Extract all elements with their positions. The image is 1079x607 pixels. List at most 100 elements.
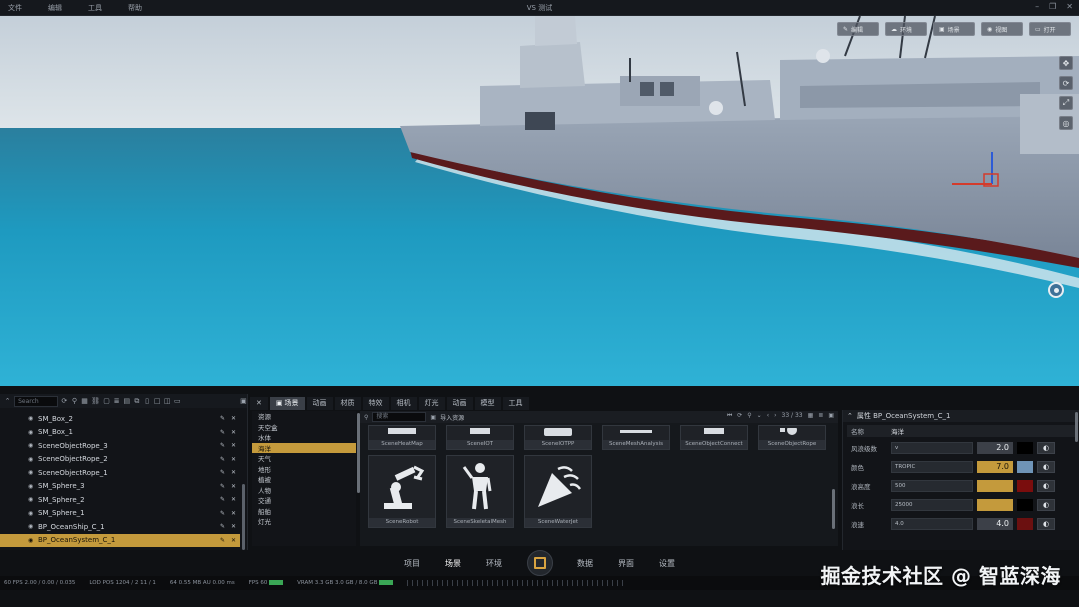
tab-tools[interactable]: 工具 [502,396,529,410]
property-input[interactable]: v [891,442,973,454]
property-name-value[interactable]: 海洋 [891,426,904,436]
palette-icon[interactable]: ◐ [1037,442,1055,454]
asset-tile[interactable]: SceneIOTPP [524,425,592,450]
outliner-row[interactable]: ◉ BP_OceanShip_C_1 ✎ ✕ [0,520,240,534]
link-icon[interactable]: ⛓ [91,397,100,406]
menu-file[interactable]: 文件 [8,3,48,13]
edit-icon[interactable]: ✎ [220,537,225,544]
edit-icon[interactable]: ✎ [220,415,225,422]
list-view-icon[interactable]: ≣ [818,412,823,420]
nav-project[interactable]: 项目 [392,558,433,569]
filter-icon[interactable]: ⚲ [747,412,751,420]
eye-icon[interactable]: ◉ [28,483,33,490]
tab-camera[interactable]: 相机 [390,396,417,410]
home-button[interactable] [526,550,553,576]
collapse-icon[interactable]: ⌃ [847,412,853,420]
viewport-scene-button[interactable]: ▣ 场景 [933,22,975,36]
eye-icon[interactable]: ◉ [28,442,33,449]
scale-icon[interactable]: ⤢ [1059,96,1073,110]
edit-icon[interactable]: ✎ [220,442,225,449]
edit-icon[interactable]: ✎ [220,429,225,436]
category-item[interactable]: 资源 [252,411,356,422]
eye-icon[interactable]: ◉ [28,523,33,530]
tab-scene[interactable]: ▣ 场景 [269,396,305,410]
palette-icon[interactable]: ◐ [1037,518,1055,530]
camera-icon[interactable]: ◎ [1059,116,1073,130]
color-swatch[interactable] [1017,442,1033,454]
asset-tile[interactable]: SceneMeshAnalysis [602,425,670,450]
property-input[interactable]: 25000 [891,499,973,511]
color-swatch[interactable] [1017,499,1033,511]
delete-icon[interactable]: ✕ [231,523,236,530]
delete-icon[interactable]: ✕ [231,510,236,517]
image-icon[interactable]: ▤ [123,397,130,406]
frame-icon[interactable]: ▯ [143,397,150,406]
filter-icon[interactable]: ⚲ [71,397,78,406]
tab-effects[interactable]: 特效 [362,396,389,410]
outliner-row-selected[interactable]: ◉ BP_OceanSystem_C_1 ✎ ✕ [0,533,240,547]
property-number[interactable]: 4.0 [977,518,1013,530]
nav-data[interactable]: 数据 [565,558,606,569]
delete-icon[interactable]: ✕ [231,469,236,476]
import-icon[interactable]: ▣ [430,414,436,421]
outliner-row[interactable]: ◉ SceneObjectRope_3 ✎ ✕ [0,439,240,453]
menu-tools[interactable]: 工具 [88,3,128,13]
property-slider[interactable] [977,480,1013,492]
square-icon[interactable]: □ [154,397,161,406]
prev-page-icon[interactable]: ‹ [767,412,769,420]
nav-interface[interactable]: 界面 [606,558,647,569]
first-page-icon[interactable]: ⏮ [727,412,732,420]
nav-settings[interactable]: 设置 [647,558,688,569]
outliner-row[interactable]: ◉ SM_Sphere_1 ✎ ✕ [0,507,240,521]
tab-lights[interactable]: 灯光 [418,396,445,410]
restore-icon[interactable]: ❐ [1049,2,1056,11]
rotate-icon[interactable]: ⟳ [1059,76,1073,90]
edit-icon[interactable]: ✎ [220,469,225,476]
property-slider[interactable] [977,499,1013,511]
nav-environment[interactable]: 环境 [474,558,515,569]
category-item[interactable]: 天气 [252,453,356,464]
property-input[interactable]: 500 [891,480,973,492]
viewport-open-button[interactable]: ▭ 打开 [1029,22,1071,36]
eye-icon[interactable]: ◉ [28,537,33,544]
edit-icon[interactable]: ✎ [220,483,225,490]
menu-help[interactable]: 帮助 [128,3,168,13]
next-page-icon[interactable]: › [774,412,776,420]
asset-scrollbar[interactable] [832,489,835,529]
asset-tile[interactable]: SceneObjectRope [758,425,826,450]
outliner-row[interactable]: ◉ SceneObjectRope_1 ✎ ✕ [0,466,240,480]
category-item[interactable]: 船舶 [252,506,356,517]
eye-icon[interactable]: ◉ [28,429,33,436]
asset-tile[interactable]: SceneHeatMap [368,425,436,450]
thumbnail-view-icon[interactable]: ▣ [828,412,834,420]
eye-icon[interactable]: ◉ [28,456,33,463]
palette-icon[interactable]: ◐ [1037,499,1055,511]
eye-icon[interactable]: ◉ [28,510,33,517]
import-assets-button[interactable]: 导入资源 [440,413,464,422]
refresh-icon[interactable]: ⟳ [61,397,68,406]
nav-scene[interactable]: 场景 [433,558,474,569]
category-item[interactable]: 水体 [252,432,356,443]
minimize-icon[interactable]: – [1035,2,1039,11]
edit-icon[interactable]: ✎ [220,456,225,463]
edit-icon[interactable]: ✎ [220,523,225,530]
viewport-edit-button[interactable]: ✎ 编辑 [837,22,879,36]
edit-icon[interactable]: ✎ [220,510,225,517]
3d-viewport[interactable]: ✎ 编辑 ☁ 环境 ▣ 场景 ◉ 视图 ▭ 打开 ✥ ⟳ ⤢ ◎ [0,16,1079,386]
layers-icon[interactable]: ≣ [113,397,120,406]
group-icon[interactable]: ⧉ [133,397,140,406]
split-icon[interactable]: ◫ [164,397,171,406]
outliner-row[interactable]: ◉ SceneObjectRope_2 ✎ ✕ [0,453,240,467]
delete-icon[interactable]: ✕ [231,456,236,463]
color-swatch[interactable] [1017,480,1033,492]
navigation-orb-icon[interactable] [1048,282,1064,298]
edit-icon[interactable]: ✎ [220,496,225,503]
eye-icon[interactable]: ◉ [28,415,33,422]
delete-icon[interactable]: ✕ [231,496,236,503]
viewport-view-button[interactable]: ◉ 视图 [981,22,1023,36]
properties-scrollbar[interactable] [1075,412,1078,442]
outliner-row[interactable]: ◉ SM_Sphere_3 ✎ ✕ [0,480,240,494]
tab-animation[interactable]: 动画 [306,396,333,410]
collapse-icon[interactable]: ⌃ [4,397,11,406]
dropdown-icon[interactable]: ⌄ [757,412,762,420]
